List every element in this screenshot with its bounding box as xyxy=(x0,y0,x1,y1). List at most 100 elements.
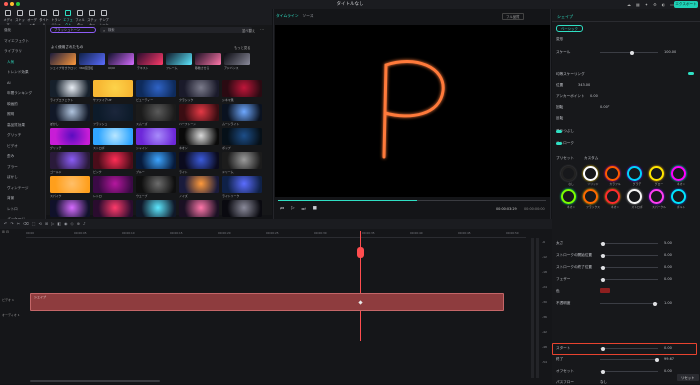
recent-effect-thumb[interactable] xyxy=(108,53,134,65)
grid-icon[interactable]: ▦ xyxy=(636,2,640,7)
recent-effect-thumb[interactable] xyxy=(50,53,76,65)
uniform-scale-toggle[interactable] xyxy=(688,71,694,75)
stroke-preset-swatch[interactable] xyxy=(671,166,686,181)
stroke-preset-swatch[interactable] xyxy=(627,166,642,181)
effect-thumb[interactable] xyxy=(179,128,219,145)
prop-value[interactable]: 0.00 xyxy=(664,265,672,269)
stroke-preset-swatch[interactable] xyxy=(605,189,620,204)
effect-thumb[interactable] xyxy=(179,200,219,217)
sidebar-item[interactable]: AI xyxy=(0,78,45,89)
stroke-preset-swatch[interactable] xyxy=(605,166,620,181)
effect-thumb[interactable] xyxy=(136,128,176,145)
timeline-scrollbar[interactable] xyxy=(30,380,160,382)
gift-icon[interactable]: ✦ xyxy=(645,2,648,7)
sidebar-item[interactable]: 人気 xyxy=(0,57,45,68)
effect-thumb[interactable] xyxy=(179,176,219,193)
stroke-preset-swatch[interactable] xyxy=(671,189,686,204)
play-icon[interactable]: ▷ xyxy=(291,206,294,212)
sidebar-item[interactable]: 強化 xyxy=(0,25,45,36)
clip-keyframe[interactable] xyxy=(358,300,363,305)
toolbar-template[interactable]: テンプレート xyxy=(98,9,110,27)
stroke-color-swatch[interactable] xyxy=(600,288,610,293)
recent-effect-thumb[interactable] xyxy=(137,53,163,65)
sidebar-item[interactable]: トレンド効果 xyxy=(0,67,45,78)
toolbar-stock[interactable]: ストック xyxy=(14,9,26,27)
prop-value[interactable]: 0.00 xyxy=(664,253,672,257)
effect-thumb[interactable] xyxy=(50,200,90,217)
sidebar-item[interactable]: 高品質効果 xyxy=(0,120,45,131)
effect-thumb[interactable] xyxy=(93,152,133,169)
zoom-dot[interactable] xyxy=(16,2,20,6)
toolbar-title[interactable]: タイトル xyxy=(38,9,50,27)
prop-slider[interactable] xyxy=(600,241,658,246)
video-canvas[interactable] xyxy=(275,25,550,197)
effect-thumb[interactable] xyxy=(222,152,262,169)
prop-slider[interactable] xyxy=(600,253,658,258)
effect-thumb[interactable] xyxy=(93,176,133,193)
close-dot[interactable] xyxy=(4,2,8,6)
export-button[interactable]: エクスポート xyxy=(674,1,698,8)
slider-knob[interactable] xyxy=(629,50,634,55)
prop-value[interactable]: なし xyxy=(600,380,607,385)
sidebar-item[interactable]: ヴィンテージ xyxy=(0,183,45,194)
effect-thumb[interactable] xyxy=(179,152,219,169)
settings-icon[interactable]: ⚙ xyxy=(653,2,657,7)
prop-slider[interactable] xyxy=(600,301,658,306)
effect-thumb[interactable] xyxy=(222,128,262,145)
slider-knob[interactable] xyxy=(600,265,605,270)
search-input[interactable]: 検索 xyxy=(100,27,252,33)
quality-select[interactable]: フル品質 xyxy=(502,13,524,20)
slider-knob[interactable] xyxy=(600,277,605,282)
effect-thumb[interactable] xyxy=(136,176,176,193)
prop-slider[interactable] xyxy=(600,369,658,374)
prop-value[interactable]: 99.67 xyxy=(664,357,674,361)
effect-thumb[interactable] xyxy=(93,128,133,145)
sidebar-item[interactable]: ブラー xyxy=(0,162,45,173)
playhead-handle[interactable] xyxy=(357,247,364,258)
sidebar-item[interactable]: レトロ xyxy=(0,204,45,215)
recent-effect-thumb[interactable] xyxy=(79,53,105,65)
stroke-toggle[interactable] xyxy=(556,141,562,145)
prop-value[interactable]: 0.00 xyxy=(664,369,672,373)
effect-thumb[interactable] xyxy=(179,80,219,97)
prop-value[interactable]: 100.00 xyxy=(664,50,676,54)
effect-thumb[interactable] xyxy=(222,80,262,97)
prop-value[interactable]: 5.00 xyxy=(664,241,672,245)
effect-thumb[interactable] xyxy=(136,80,176,97)
stroke-preset-swatch[interactable] xyxy=(561,189,576,204)
timeline-tool-icons[interactable]: ↶↷✂⌫⬚⟲⊞▷◧◉◇⊕♪ xyxy=(4,221,89,226)
prop-value[interactable]: 1.00 xyxy=(664,301,672,305)
prop-value[interactable]: 0.00 xyxy=(664,277,672,281)
prop-value[interactable]: 343.00 xyxy=(578,83,590,87)
slider-knob[interactable] xyxy=(600,369,605,374)
sub-tab-basic[interactable]: ベーシック xyxy=(556,25,583,32)
effect-thumb[interactable] xyxy=(136,200,176,217)
toolbar-audio[interactable]: オーディオ xyxy=(26,9,38,27)
more-options-icon[interactable]: ⋯ xyxy=(260,27,264,32)
toolbar-sticker[interactable]: ステッカー xyxy=(86,9,98,27)
cloud-icon[interactable]: ☁ xyxy=(627,2,631,7)
effect-thumb[interactable] xyxy=(222,104,262,121)
effect-thumb[interactable] xyxy=(222,176,262,193)
effect-thumb[interactable] xyxy=(179,104,219,121)
next-frame-icon[interactable]: ⏭ xyxy=(302,206,306,212)
sidebar-item[interactable]: グリッチ xyxy=(0,130,45,141)
recent-effect-thumb[interactable] xyxy=(224,53,250,65)
effect-thumb[interactable] xyxy=(222,200,262,217)
effect-thumb[interactable] xyxy=(50,104,90,121)
toolbar-media[interactable]: メディア xyxy=(2,9,14,27)
prop-value[interactable]: 0.00° xyxy=(600,105,610,109)
stroke-preset-swatch[interactable] xyxy=(583,189,598,204)
slider-knob[interactable] xyxy=(653,301,658,306)
prop-value[interactable]: 0.00 xyxy=(590,94,598,98)
stroke-preset-swatch[interactable] xyxy=(627,189,642,204)
minimize-dot[interactable] xyxy=(10,2,14,6)
sort-button[interactable]: 並べ替え xyxy=(242,28,255,33)
sidebar-item[interactable]: ビデオ xyxy=(0,141,45,152)
sidebar-item[interactable]: ぼかし xyxy=(0,172,45,183)
effect-thumb[interactable] xyxy=(93,80,133,97)
effect-thumb[interactable] xyxy=(50,128,90,145)
effect-thumb[interactable] xyxy=(136,104,176,121)
stroke-preset-swatch[interactable] xyxy=(583,166,598,181)
stroke-preset-swatch[interactable] xyxy=(561,166,576,181)
